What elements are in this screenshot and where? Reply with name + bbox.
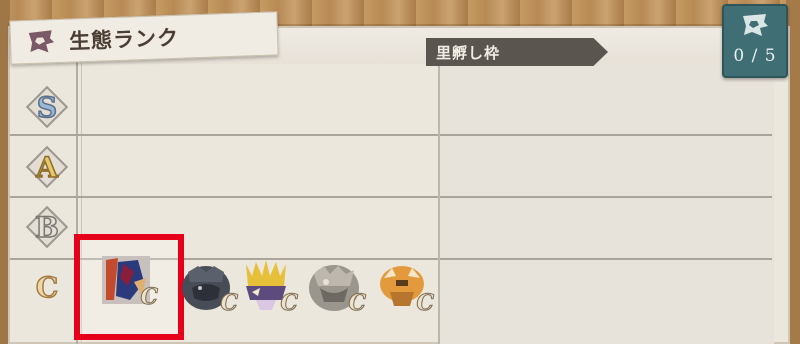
monster-icon-5[interactable]: C <box>374 258 434 317</box>
title-tab: 生態ランク <box>9 11 279 65</box>
monster-icon-2[interactable]: C <box>178 258 238 317</box>
rank-letter: A <box>35 150 58 185</box>
slot-row-divider <box>440 196 772 198</box>
page-title: 生態ランク <box>68 25 180 54</box>
slot-row-divider <box>440 258 772 260</box>
rank-a-badge: A <box>25 145 69 189</box>
rank-c-tag: C <box>280 290 298 317</box>
village-hatch-slot-area[interactable] <box>438 62 774 344</box>
rank-letter: B <box>34 210 59 245</box>
rank-c-badge: C <box>26 266 68 308</box>
slot-counter-badge: 0 / 5 <box>722 4 788 78</box>
monster-icon-3[interactable]: C <box>238 258 298 317</box>
rank-c-tag: C <box>348 290 366 317</box>
village-hatch-slot-label: 里孵し枠 <box>436 43 501 62</box>
row-divider <box>10 134 440 136</box>
rank-emblem-icon <box>23 25 60 58</box>
rank-c-tag: C <box>140 284 158 311</box>
monster-icon-1[interactable]: C <box>98 252 158 311</box>
row-divider <box>10 196 440 198</box>
rank-emblem-icon <box>740 12 770 42</box>
slot-counter-value: 0 / 5 <box>733 46 777 66</box>
village-hatch-slot-header: 里孵し枠 <box>426 38 608 66</box>
rank-letter: S <box>36 90 58 125</box>
rank-b-badge: B <box>25 205 69 249</box>
rank-letter: C <box>35 270 59 305</box>
rank-s-badge: S <box>25 85 69 129</box>
slot-row-divider <box>440 134 772 136</box>
rank-c-tag: C <box>416 290 434 317</box>
monster-icon-4[interactable]: C <box>306 258 366 317</box>
rank-c-tag: C <box>220 290 238 317</box>
